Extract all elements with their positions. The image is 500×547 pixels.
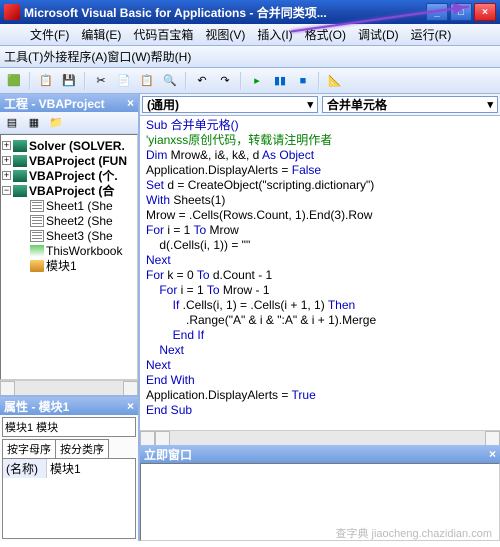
project-icon — [13, 140, 27, 152]
view-excel-icon[interactable]: 🟩 — [4, 71, 24, 91]
view-object-icon[interactable]: ▦ — [24, 113, 44, 133]
project-toolbar: ▤ ▦ 📁 — [0, 112, 138, 134]
project-panel-header: 工程 - VBAProject × — [0, 94, 138, 112]
project-panel-title: 工程 - VBAProject — [4, 95, 105, 112]
tree-module1[interactable]: 模块1 — [46, 257, 77, 274]
module-icon — [30, 260, 44, 272]
procedure-combo[interactable]: 合并单元格 — [322, 96, 498, 113]
view-code-icon[interactable]: ▤ — [2, 113, 22, 133]
vba-icon — [4, 4, 20, 20]
project-tree[interactable]: +Solver (SOLVER. +VBAProject (FUN +VBAPr… — [0, 134, 138, 380]
tree-thisworkbook[interactable]: ThisWorkbook — [46, 244, 122, 258]
paste-icon[interactable]: 📋 — [137, 71, 157, 91]
properties-panel-header: 属性 - 模块1 × — [0, 397, 138, 415]
menu-addins[interactable]: 外接程序(A) — [43, 48, 107, 65]
redo-icon[interactable]: ↷ — [215, 71, 235, 91]
tab-alphabetic[interactable]: 按字母序 — [2, 439, 56, 458]
find-icon[interactable]: 🔍 — [160, 71, 180, 91]
sheet-icon — [30, 230, 44, 242]
toolbar: 🟩 📋 💾 ✂ 📄 📋 🔍 ↶ ↷ ▸ ▮▮ ■ 📐 — [0, 68, 500, 94]
menu-help[interactable]: 帮助(H) — [151, 48, 192, 65]
tree-sheet2[interactable]: Sheet2 (She — [46, 214, 113, 228]
menu-debug[interactable]: 调试(D) — [352, 26, 405, 43]
menu-edit[interactable]: 编辑(E) — [75, 26, 127, 43]
code-editor[interactable]: Sub 合并单元格() 'yianxss原创代码，转载请注明作者 Dim Mro… — [140, 116, 500, 430]
immediate-close-icon[interactable]: × — [489, 447, 496, 461]
prop-name-value[interactable]: 模块1 — [47, 459, 84, 478]
immediate-title: 立即窗口 — [144, 446, 192, 463]
tree-current[interactable]: VBAProject (合 — [29, 182, 114, 199]
menu-codebox[interactable]: 代码百宝箱 — [127, 26, 199, 43]
menu-bar-1: 文件(F) 编辑(E) 代码百宝箱 视图(V) 插入(I) 格式(O) 调试(D… — [0, 24, 500, 46]
sheet-icon — [30, 215, 44, 227]
workbook-icon — [30, 245, 44, 257]
undo-icon[interactable]: ↶ — [192, 71, 212, 91]
project-icon — [13, 170, 27, 182]
project-icon — [13, 155, 27, 167]
menu-run[interactable]: 运行(R) — [405, 26, 458, 43]
reset-icon[interactable]: ■ — [293, 71, 313, 91]
properties-object-select[interactable]: 模块1 模块 — [2, 417, 136, 437]
break-icon[interactable]: ▮▮ — [270, 71, 290, 91]
design-mode-icon[interactable]: 📐 — [325, 71, 345, 91]
menu-tools[interactable]: 工具(T) — [4, 48, 43, 65]
project-panel-close-icon[interactable]: × — [127, 96, 134, 110]
close-button[interactable]: × — [474, 3, 496, 21]
app-icon — [4, 27, 20, 43]
window-title: Microsoft Visual Basic for Applications … — [24, 4, 327, 21]
tree-funcres[interactable]: VBAProject (FUN — [29, 154, 127, 168]
menu-bar-2: 工具(T) 外接程序(A) 窗口(W) 帮助(H) — [0, 46, 500, 68]
menu-file[interactable]: 文件(F) — [24, 26, 75, 43]
immediate-window-header: 立即窗口 × — [140, 445, 500, 463]
save-icon[interactable]: 💾 — [59, 71, 79, 91]
menu-window[interactable]: 窗口(W) — [107, 48, 150, 65]
sheet-icon — [30, 200, 44, 212]
tree-sheet1[interactable]: Sheet1 (She — [46, 199, 113, 213]
tab-categorized[interactable]: 按分类序 — [55, 439, 109, 458]
menu-insert[interactable]: 插入(I) — [251, 26, 298, 43]
copy-icon[interactable]: 📄 — [114, 71, 134, 91]
insert-module-icon[interactable]: 📋 — [36, 71, 56, 91]
run-icon[interactable]: ▸ — [247, 71, 267, 91]
tree-sheet3[interactable]: Sheet3 (She — [46, 229, 113, 243]
cut-icon[interactable]: ✂ — [91, 71, 111, 91]
tree-solver[interactable]: Solver (SOLVER. — [29, 139, 125, 153]
properties-close-icon[interactable]: × — [127, 399, 134, 413]
immediate-window[interactable] — [140, 463, 500, 541]
project-icon — [13, 185, 27, 197]
properties-grid[interactable]: (名称)模块1 — [2, 458, 136, 539]
properties-title: 属性 - 模块1 — [4, 398, 69, 415]
menu-view[interactable]: 视图(V) — [199, 26, 251, 43]
toggle-folders-icon[interactable]: 📁 — [46, 113, 66, 133]
prop-name-label: (名称) — [3, 459, 47, 478]
object-combo[interactable]: (通用) — [142, 96, 318, 113]
